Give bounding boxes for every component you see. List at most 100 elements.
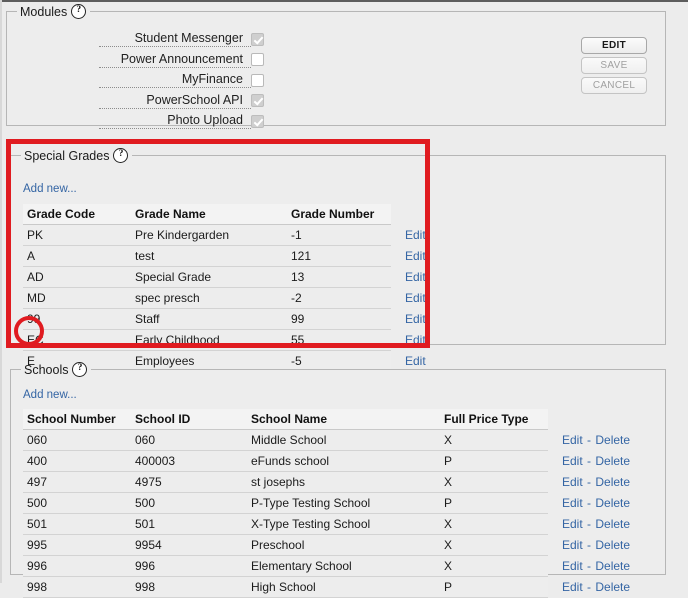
edit-link[interactable]: Edit	[405, 291, 426, 305]
edit-link[interactable]: Edit	[562, 559, 583, 573]
module-label: Student Messenger	[99, 31, 251, 48]
school-id-cell: 996	[131, 555, 247, 577]
schools-legend-label: Schools	[24, 362, 69, 377]
full-price-type-cell: X	[440, 555, 548, 577]
special-grades-legend: Special Grades ?	[21, 148, 132, 163]
cancel-button: CANCEL	[581, 77, 647, 94]
column-header: School Number	[23, 409, 131, 430]
module-row: MyFinance	[7, 70, 665, 91]
help-question-icon[interactable]: ?	[72, 362, 88, 377]
schools-add-new-link[interactable]: Add new...	[23, 389, 77, 401]
delete-link[interactable]: Delete	[595, 433, 630, 447]
left-divider	[0, 0, 2, 583]
grade-name-cell: Staff	[131, 308, 287, 330]
edit-link[interactable]: Edit	[562, 475, 583, 489]
table-row: 501 501 X-Type Testing School X Edit - Delet…	[23, 513, 656, 535]
special-grades-add-new-link[interactable]: Add new...	[23, 183, 77, 195]
module-checkbox[interactable]	[251, 114, 264, 128]
school-id-cell: 500	[131, 492, 247, 514]
school-number-cell: 998	[23, 576, 131, 598]
module-row: Student Messenger	[7, 29, 665, 50]
school-name-cell: X-Type Testing School	[247, 513, 440, 535]
school-number-cell: 400	[23, 450, 131, 472]
module-label: MyFinance	[99, 72, 251, 89]
row-actions: Edit - Delete	[548, 556, 656, 577]
grade-name-cell: Pre Kindergarden	[131, 224, 287, 246]
delete-link[interactable]: Delete	[595, 496, 630, 510]
full-price-type-cell: X	[440, 471, 548, 493]
school-name-cell: P-Type Testing School	[247, 492, 440, 514]
table-row: 995 9954 Preschool X Edit - Delete	[23, 534, 656, 556]
modules-legend-label: Modules	[20, 4, 68, 19]
edit-link[interactable]: Edit	[562, 433, 583, 447]
action-separator: -	[583, 454, 595, 468]
module-row: PowerSchool API	[7, 91, 665, 112]
module-row: Power Announcement	[7, 50, 665, 71]
school-id-cell: 998	[131, 576, 247, 598]
school-number-cell: 500	[23, 492, 131, 514]
grade-number-cell: 121	[287, 245, 391, 267]
delete-link[interactable]: Delete	[595, 580, 630, 594]
delete-link[interactable]: Delete	[595, 454, 630, 468]
school-name-cell: Preschool	[247, 534, 440, 556]
grade-code-cell: AD	[23, 266, 131, 288]
column-header: School ID	[131, 409, 247, 430]
modules-legend: Modules ?	[17, 4, 90, 19]
action-separator: -	[583, 475, 595, 489]
column-header: Grade Code	[23, 204, 131, 225]
delete-link[interactable]: Delete	[595, 517, 630, 531]
row-actions: Edit	[391, 309, 459, 330]
full-price-type-cell: P	[440, 576, 548, 598]
page-root: Modules ? Student Messenger Power Announc…	[0, 0, 688, 598]
edit-link[interactable]: Edit	[405, 312, 426, 326]
column-header-actions	[391, 204, 459, 225]
action-separator: -	[583, 580, 595, 594]
modules-list: Student Messenger Power Announcement MyFin…	[7, 29, 665, 132]
grade-number-cell: 55	[287, 329, 391, 351]
school-id-cell: 501	[131, 513, 247, 535]
edit-link[interactable]: Edit	[562, 538, 583, 552]
delete-link[interactable]: Delete	[595, 559, 630, 573]
edit-link[interactable]: Edit	[405, 228, 426, 242]
module-checkbox[interactable]	[251, 73, 264, 87]
row-actions: Edit - Delete	[548, 430, 656, 451]
school-name-cell: eFunds school	[247, 450, 440, 472]
grade-name-cell: test	[131, 245, 287, 267]
row-actions: Edit - Delete	[548, 472, 656, 493]
edit-button[interactable]: EDIT	[581, 37, 647, 54]
help-question-icon[interactable]: ?	[113, 148, 129, 163]
edit-link[interactable]: Edit	[405, 270, 426, 284]
row-actions: Edit	[391, 288, 459, 309]
grade-code-cell: EC	[23, 329, 131, 351]
school-name-cell: st josephs	[247, 471, 440, 493]
school-id-cell: 9954	[131, 534, 247, 556]
edit-link[interactable]: Edit	[562, 496, 583, 510]
help-question-icon[interactable]: ?	[71, 4, 87, 19]
edit-link[interactable]: Edit	[405, 333, 426, 347]
edit-link[interactable]: Edit	[405, 249, 426, 263]
edit-link[interactable]: Edit	[562, 454, 583, 468]
row-actions: Edit - Delete	[548, 535, 656, 556]
module-checkbox[interactable]	[251, 32, 264, 46]
module-checkbox[interactable]	[251, 94, 264, 108]
table-row: MD spec presch -2 Edit	[23, 287, 459, 309]
grade-number-cell: 99	[287, 308, 391, 330]
edit-link[interactable]: Edit	[562, 580, 583, 594]
school-id-cell: 060	[131, 429, 247, 451]
edit-link[interactable]: Edit	[562, 517, 583, 531]
delete-link[interactable]: Delete	[595, 538, 630, 552]
schools-body: 060 060 Middle School X Edit - Delete 400 4000…	[23, 429, 656, 598]
modules-panel: Modules ? Student Messenger Power Announc…	[6, 4, 666, 130]
special-grades-panel: Special Grades ? Add new... Grade Code Gr…	[10, 148, 666, 372]
table-row: AD Special Grade 13 Edit	[23, 266, 459, 288]
school-name-cell: High School	[247, 576, 440, 598]
delete-link[interactable]: Delete	[595, 475, 630, 489]
grade-name-cell: Special Grade	[131, 266, 287, 288]
column-header-actions	[548, 409, 656, 430]
action-separator: -	[583, 433, 595, 447]
module-label: Power Announcement	[99, 52, 251, 68]
full-price-type-cell: X	[440, 534, 548, 556]
school-id-cell: 4975	[131, 471, 247, 493]
schools-header-row: School Number School ID School Name Full Pr…	[23, 409, 656, 430]
module-checkbox[interactable]	[251, 53, 264, 67]
